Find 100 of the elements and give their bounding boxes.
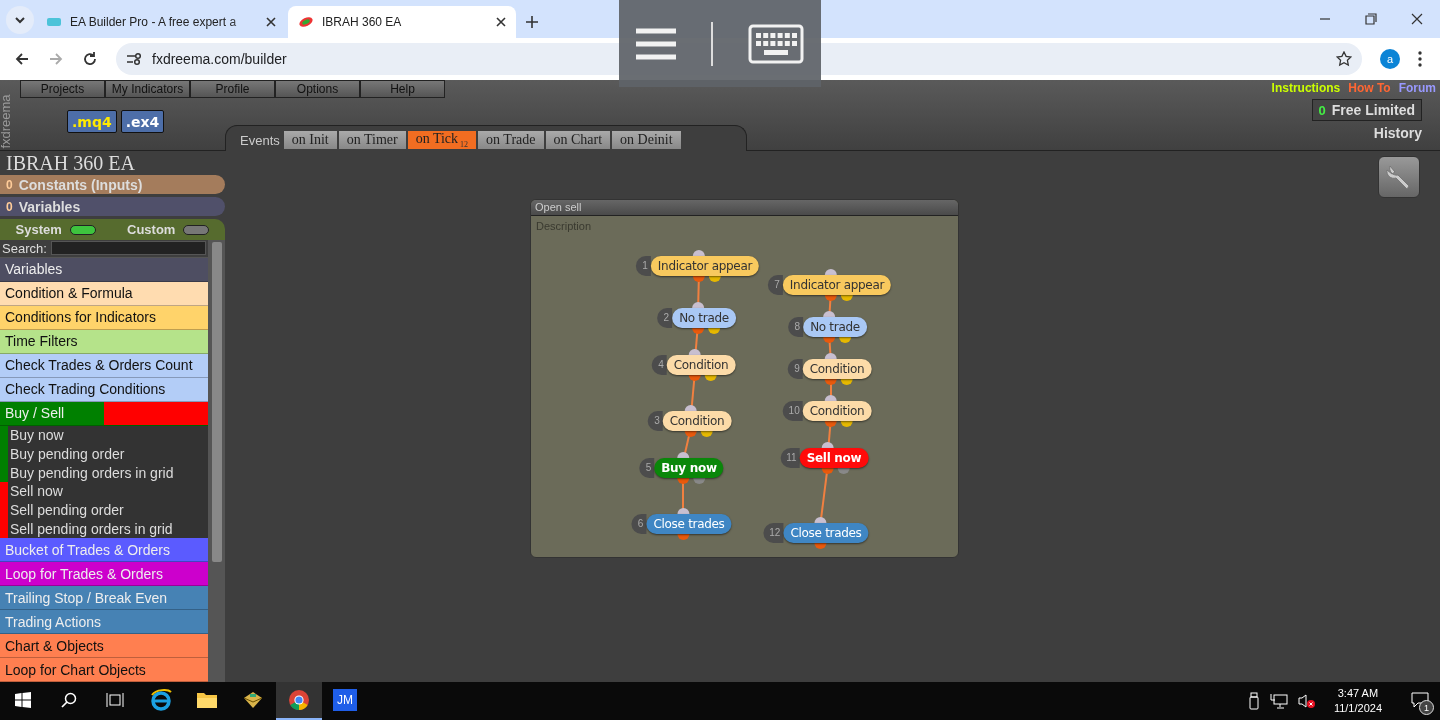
folder-icon (196, 691, 218, 709)
event-tab[interactable]: on Timer (338, 131, 406, 149)
node-number: 8 (788, 317, 804, 337)
flow-block[interactable]: Close trades (783, 523, 869, 543)
search-label: Search: (2, 240, 47, 256)
speaker-muted-icon[interactable] (1297, 693, 1316, 709)
header-link[interactable]: Instructions (1271, 81, 1341, 95)
task-view-icon (106, 692, 124, 708)
flow-block[interactable]: No trade (803, 317, 867, 337)
separator-line (711, 21, 713, 66)
plus-icon (526, 16, 538, 28)
flow-block[interactable]: No trade (672, 308, 736, 328)
history-link[interactable]: History (1373, 125, 1422, 141)
input-knob[interactable] (677, 452, 689, 458)
category-item[interactable]: Check Trades & Orders Count (0, 353, 208, 378)
input-knob[interactable] (685, 405, 697, 411)
node-number: 3 (648, 411, 663, 431)
reload-icon (82, 51, 98, 67)
scrollbar[interactable] (208, 240, 225, 682)
flow-block[interactable]: Condition (802, 401, 872, 421)
node-number: 7 (768, 275, 783, 295)
event-tab[interactable]: on Deinit (612, 131, 681, 149)
category-item[interactable]: Bucket of Trades & Orders (0, 538, 208, 562)
event-tab[interactable]: on Tick$_{12}$ (407, 131, 477, 149)
chrome-icon (288, 689, 310, 711)
input-knob[interactable] (825, 269, 837, 275)
search-field[interactable] (50, 241, 206, 256)
event-tab[interactable]: on Trade (478, 131, 544, 149)
input-knob[interactable] (814, 517, 826, 523)
input-knob[interactable] (822, 442, 834, 448)
browser-tab[interactable]: IBRAH 360 EA (288, 6, 516, 38)
star-icon[interactable] (1336, 51, 1352, 67)
menu-button[interactable]: Profile (190, 80, 275, 98)
notification-badge: 1 (1419, 700, 1434, 715)
input-knob[interactable] (693, 250, 705, 256)
input-knob[interactable] (677, 508, 689, 514)
category-item[interactable]: Check Trading Conditions (0, 377, 208, 402)
input-knob[interactable] (823, 311, 835, 317)
menu-icon[interactable] (636, 27, 677, 60)
tab-list-button[interactable] (6, 6, 34, 34)
toggle-switch[interactable] (183, 224, 210, 235)
settings-button[interactable] (1378, 156, 1420, 198)
event-tab[interactable]: on Chart (545, 131, 611, 149)
block-item[interactable]: Sell pending orders in grid (0, 519, 208, 538)
category-item[interactable]: Trading Actions (0, 610, 208, 634)
menu-button[interactable]: Options (275, 80, 360, 98)
browser-tab[interactable]: EA Builder Pro - A free expert a (36, 6, 286, 38)
section-count: 0 (6, 199, 13, 214)
node-number: 4 (652, 355, 667, 375)
toggle-switch[interactable] (69, 224, 96, 235)
credit-count: 0 (1318, 102, 1326, 118)
category-item[interactable]: Conditions for Indicators (0, 305, 208, 330)
block-item[interactable]: Buy pending orders in grid (0, 463, 208, 482)
tab-title: EA Builder Pro - A free expert a (70, 15, 238, 29)
input-knob[interactable] (692, 302, 704, 308)
taskbar-app[interactable]: JM (322, 682, 368, 720)
section-label: Variables (18, 198, 81, 215)
category-item[interactable]: Loop for Trades & Orders (0, 562, 208, 586)
export-button[interactable]: .ex4 (120, 110, 165, 133)
event-tab[interactable]: on Init (283, 131, 337, 149)
flow-block[interactable]: Indicator appear (650, 256, 760, 276)
node-number: 10 (782, 401, 803, 421)
category-item[interactable]: Time Filters (0, 329, 208, 354)
flow-block[interactable]: Sell now (799, 448, 869, 468)
notifications-button[interactable]: 1 (1400, 682, 1440, 720)
clock[interactable]: 3:47 AM 11/1/2024 (1333, 686, 1382, 716)
flow-block[interactable]: Indicator appear (782, 275, 892, 295)
forward-arrow-icon (48, 51, 64, 67)
taskbar-app[interactable] (276, 682, 322, 720)
flow-block[interactable]: Condition (662, 411, 732, 431)
close-icon[interactable] (266, 17, 276, 27)
section-bar[interactable]: 0 Variables (0, 197, 225, 216)
flow-block[interactable]: Condition (666, 355, 736, 375)
input-knob[interactable] (689, 349, 701, 355)
flow-block[interactable]: Condition (802, 359, 872, 379)
category-item[interactable]: Condition & Formula (0, 281, 208, 306)
input-knob[interactable] (825, 395, 837, 401)
flow-block[interactable]: Close trades (646, 514, 732, 534)
export-button[interactable]: .mq4 (67, 110, 117, 133)
category-item[interactable]: Loop for Chart Objects (0, 658, 208, 682)
menu-button[interactable]: My Indicators (105, 80, 190, 98)
flow-block[interactable]: Buy now (654, 458, 724, 478)
toggle-label: Custom (127, 222, 176, 237)
clock-date: 11/1/2024 (1333, 701, 1382, 716)
keyboard-icon[interactable] (747, 23, 804, 64)
network-icon[interactable] (1269, 693, 1288, 709)
category-item[interactable]: Buy / Sell (0, 401, 208, 426)
node-number: 11 (780, 448, 800, 468)
menu-button[interactable]: Help (360, 80, 445, 98)
more-menu-icon[interactable] (1418, 51, 1422, 67)
profile-avatar[interactable]: a (1380, 49, 1400, 69)
input-knob[interactable] (825, 353, 837, 359)
menu-button[interactable]: Projects (20, 80, 105, 98)
category-item[interactable]: Chart & Objects (0, 634, 208, 658)
site-icon (298, 16, 314, 28)
close-icon[interactable] (496, 17, 506, 27)
category-item[interactable]: Trailing Stop / Break Even (0, 586, 208, 610)
site-settings-icon[interactable] (126, 52, 142, 66)
usb-drive-icon[interactable] (1247, 692, 1260, 710)
category-item[interactable]: Variables (0, 257, 208, 282)
